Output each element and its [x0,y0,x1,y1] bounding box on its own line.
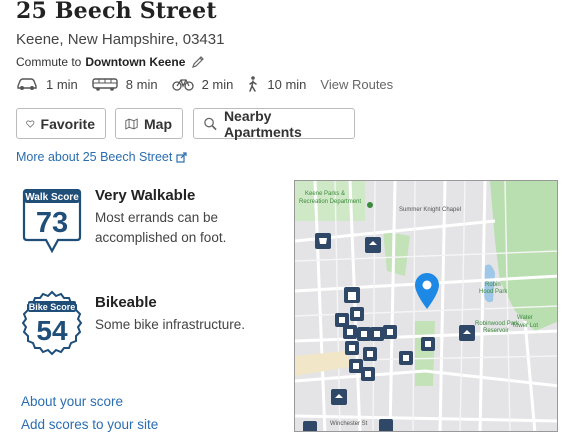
more-about-label: More about 25 Beech Street [16,150,173,164]
address-line: Keene, New Hampshire, 03431 [16,31,224,48]
bus-time: 8 min [125,76,158,92]
map-label-tower: Tower Lot [512,323,538,329]
walk-desc-line2: accomplished on foot. [95,230,227,245]
walk-time: 10 min [267,76,307,92]
bike-score-value: 54 [36,315,68,346]
more-about-link[interactable]: More about 25 Beech Street [16,150,187,164]
map-label-parks2: Recreation Department [299,199,361,205]
walk-icon [249,76,258,92]
map-label-hood: Hood Park [479,289,508,295]
walk-score-description: Most errands can be accomplished on foot… [95,208,226,248]
search-icon [204,117,217,130]
bike-score-heading: Bikeable [95,294,157,311]
mode-bike[interactable]: 2 min [171,76,234,92]
favorite-label: Favorite [40,115,95,132]
add-scores-link[interactable]: Add scores to your site [21,417,158,432]
about-score-link[interactable]: About your score [21,394,123,409]
neighborhood-map[interactable]: Keene Parks & Recreation Department Robi… [294,180,558,432]
car-time: 1 min [46,76,78,92]
commute-modes: 1 min 8 min 2 min 10 min View Routes [16,76,393,92]
bus-icon [92,78,118,91]
bike-score-badge: Bike Score 54 [21,290,83,356]
state-zip: , New Hampshire, 03431 [59,31,225,48]
park-area [415,321,435,386]
walk-score-label: Walk Score [25,192,79,203]
walk-desc-line1: Most errands can be [95,210,219,225]
commute-prefix: Commute to [16,55,82,69]
map-button[interactable]: Map [115,108,183,139]
walk-score-value: 73 [36,207,68,239]
mode-walk[interactable]: 10 min [247,76,306,92]
park-marker-icon [367,202,373,208]
map-label-chapel: Summer Knight Chapel [399,207,461,213]
nearby-apartments-button[interactable]: Nearby Apartments [193,107,355,140]
mode-car[interactable]: 1 min [16,77,78,92]
school-icon [379,419,393,431]
mode-bus[interactable]: 8 min [92,77,158,92]
nearby-label: Nearby Apartments [223,107,302,140]
external-link-icon [176,151,187,163]
bike-score-description: Some bike infrastructure. [95,317,246,332]
commute-row: Commute to Downtown Keene [16,55,205,69]
map-canvas: Keene Parks & Recreation Department Robi… [295,181,557,431]
heart-icon [26,120,35,128]
favorite-button[interactable]: Favorite [16,108,106,139]
map-label-water: Water [517,315,533,321]
city: Keene [16,31,60,48]
walk-score-heading: Very Walkable [95,187,196,204]
map-label-parks: Keene Parks & [305,191,345,197]
edit-icon[interactable] [191,55,205,69]
map-label-reservoir: Reservoir [483,328,509,334]
bike-icon [171,79,194,91]
bike-score-label: Bike Score [29,302,76,312]
view-routes-link[interactable]: View Routes [320,77,393,92]
map-label: Map [144,115,172,132]
commute-destination[interactable]: Downtown Keene [85,55,185,69]
map-icon [125,117,138,130]
map-label-robin: Robin [485,282,501,288]
bike-time: 2 min [201,76,234,92]
walk-score-badge: Walk Score 73 [22,189,82,253]
map-label-street: Winchester St [330,421,368,427]
coffee-icon [303,421,317,431]
page-title: 25 Beech Street [16,0,217,24]
car-icon [17,78,37,90]
